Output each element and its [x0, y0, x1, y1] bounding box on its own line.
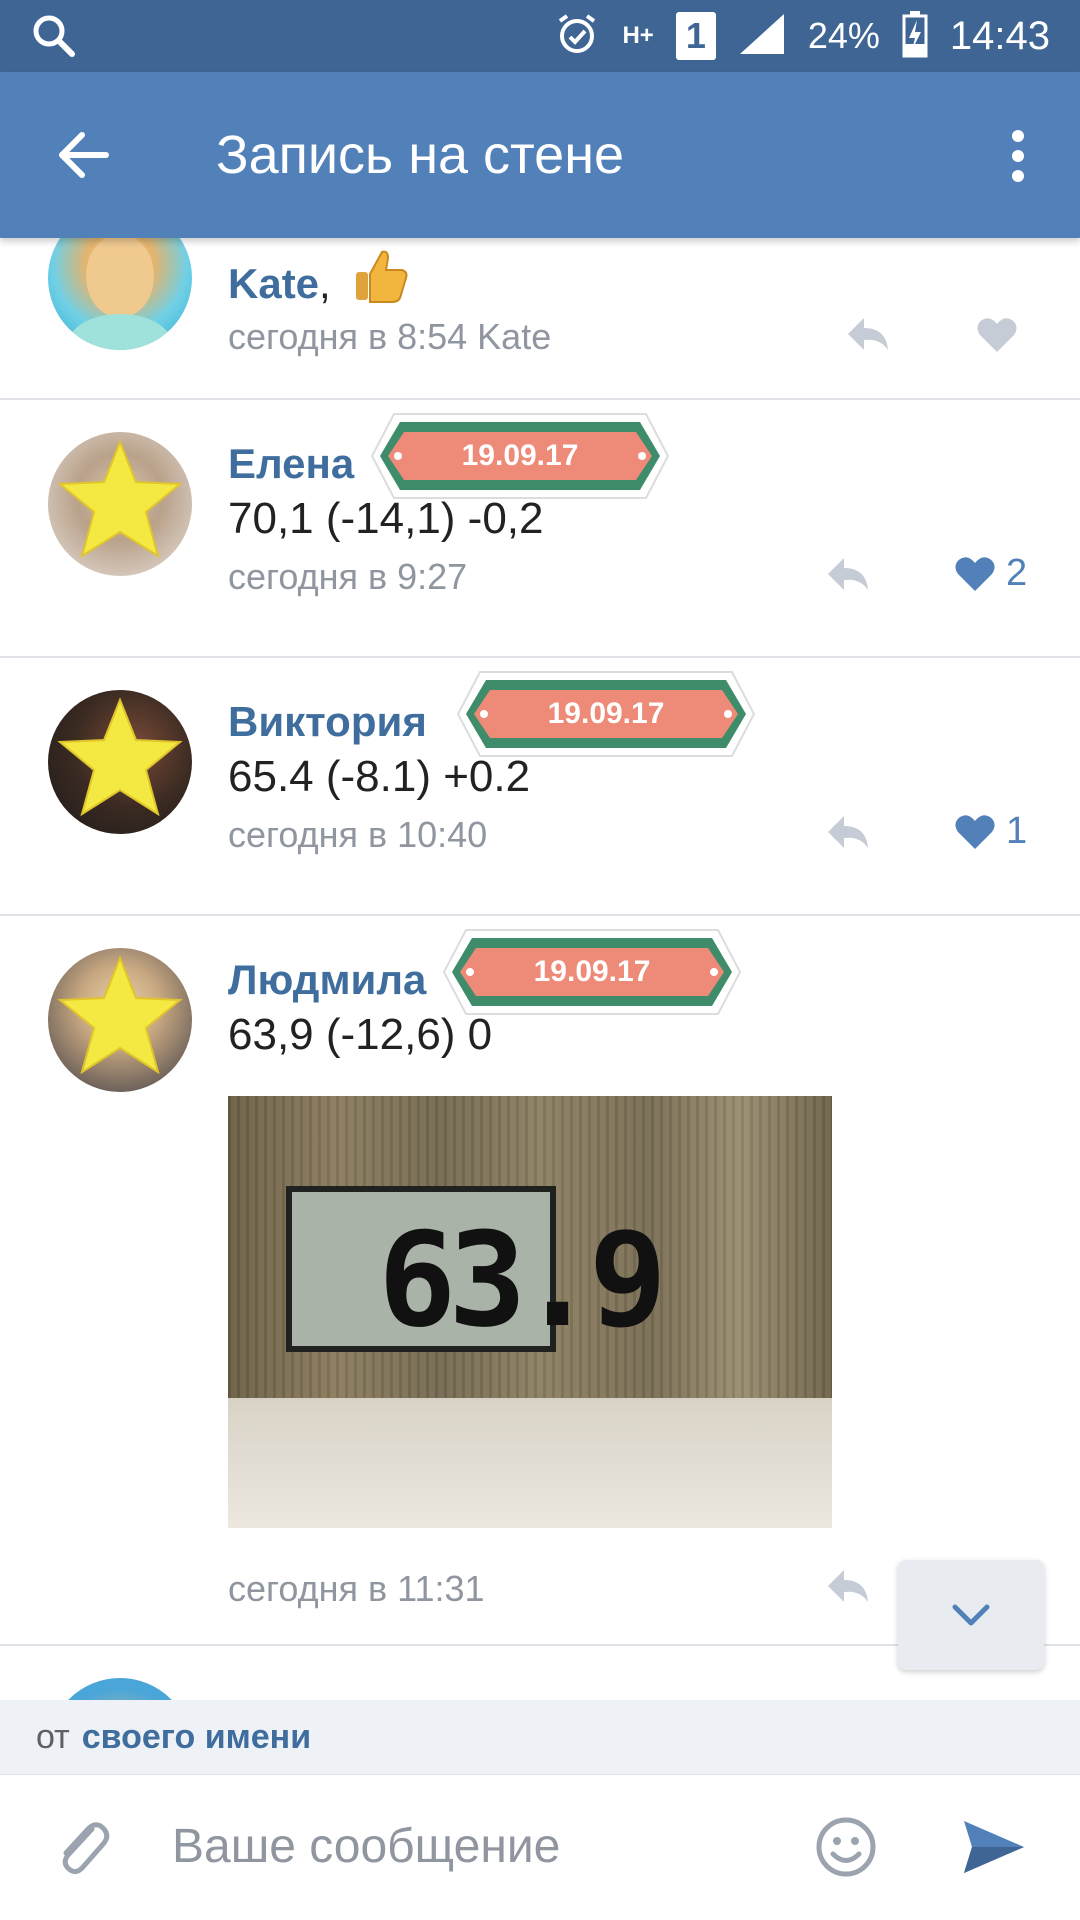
comment-timestamp: сегодня в 8:54 Kate [228, 316, 552, 357]
search-icon[interactable] [30, 12, 76, 63]
heart-icon [955, 556, 995, 591]
app-bar: Запись на стене [0, 72, 1080, 238]
heart-icon [977, 318, 1017, 352]
comment-text: 65.4 (-8.1) +0.2 [228, 752, 531, 801]
from-prefix: от [36, 1717, 70, 1756]
post-as-selector[interactable]: от своего имени [0, 1700, 1080, 1774]
date-tag: 19.09.17 [456, 666, 756, 762]
reply-icon[interactable] [824, 554, 872, 599]
comment-item: Людмила 19.09.17 63,9 (-12,6) 0 63.9 сег… [0, 916, 1080, 1646]
network-type: H+ [622, 22, 654, 49]
star-sticker-icon [57, 439, 183, 559]
avatar[interactable] [48, 948, 192, 1092]
comment-item: Виктория 19.09.17 65.4 (-8.1) +0.2 сегод… [0, 658, 1080, 916]
reply-icon[interactable] [844, 314, 892, 359]
like-button[interactable]: 1 [954, 810, 1027, 853]
paperclip-icon[interactable] [52, 1815, 112, 1884]
message-composer: Ваше сообщение [0, 1774, 1080, 1920]
emoji-icon[interactable] [814, 1815, 878, 1884]
comments-feed[interactable]: Kate, сегодня в 8:54 Kate Елена 19.09.17… [0, 238, 1080, 1700]
like-count: 1 [1006, 810, 1028, 852]
chevron-down-icon [952, 1604, 990, 1626]
avatar[interactable] [48, 432, 192, 576]
comment-item: Елена 19.09.17 70,1 (-14,1) -0,2 сегодня… [0, 400, 1080, 658]
like-count: 2 [1006, 552, 1028, 594]
message-input[interactable]: Ваше сообщение [172, 1819, 560, 1874]
comment-author[interactable]: Kate, [228, 260, 331, 308]
signal-icon [738, 12, 786, 61]
comment-timestamp: сегодня в 10:40 [228, 814, 488, 855]
avatar[interactable] [48, 1678, 192, 1700]
attached-photo[interactable]: 63.9 [228, 1096, 832, 1528]
star-sticker-icon [57, 955, 183, 1075]
scroll-down-button[interactable] [898, 1560, 1044, 1670]
comment-text: 70,1 (-14,1) -0,2 [228, 494, 544, 543]
reply-icon[interactable] [824, 812, 872, 857]
battery-charging-icon [902, 10, 928, 63]
date-tag: 19.09.17 [370, 408, 670, 504]
comment-item: Kate, сегодня в 8:54 Kate [0, 238, 1080, 400]
comment-author[interactable]: Виктория [228, 698, 427, 746]
reply-icon[interactable] [824, 1566, 872, 1611]
send-icon[interactable] [960, 1817, 1028, 1882]
status-bar: H+ 1 24% 14:43 [0, 0, 1080, 72]
comment-text: 63,9 (-12,6) 0 [228, 1010, 493, 1059]
avatar[interactable] [48, 238, 192, 350]
like-button[interactable] [976, 316, 1018, 354]
page-title: Запись на стене [216, 125, 625, 185]
back-arrow-icon[interactable] [56, 128, 110, 187]
like-button[interactable]: 2 [954, 552, 1027, 595]
comment-author[interactable]: Елена [228, 440, 354, 488]
battery-percent: 24% [807, 15, 880, 56]
alarm-icon [554, 11, 600, 62]
thumbs-up-icon [350, 246, 410, 311]
from-name[interactable]: своего имени [82, 1718, 311, 1757]
more-vertical-icon[interactable] [1008, 128, 1028, 189]
comment-timestamp: сегодня в 11:31 [228, 1568, 485, 1609]
scale-reading: 63.9 [378, 1204, 667, 1356]
heart-icon [955, 814, 995, 849]
avatar[interactable] [48, 690, 192, 834]
comment-timestamp: сегодня в 9:27 [228, 556, 468, 597]
clock: 14:43 [949, 13, 1050, 58]
comment-author[interactable]: Людмила [228, 956, 426, 1004]
sim-indicator: 1 [675, 12, 716, 60]
date-tag: 19.09.17 [442, 924, 742, 1020]
star-sticker-icon [57, 697, 183, 817]
